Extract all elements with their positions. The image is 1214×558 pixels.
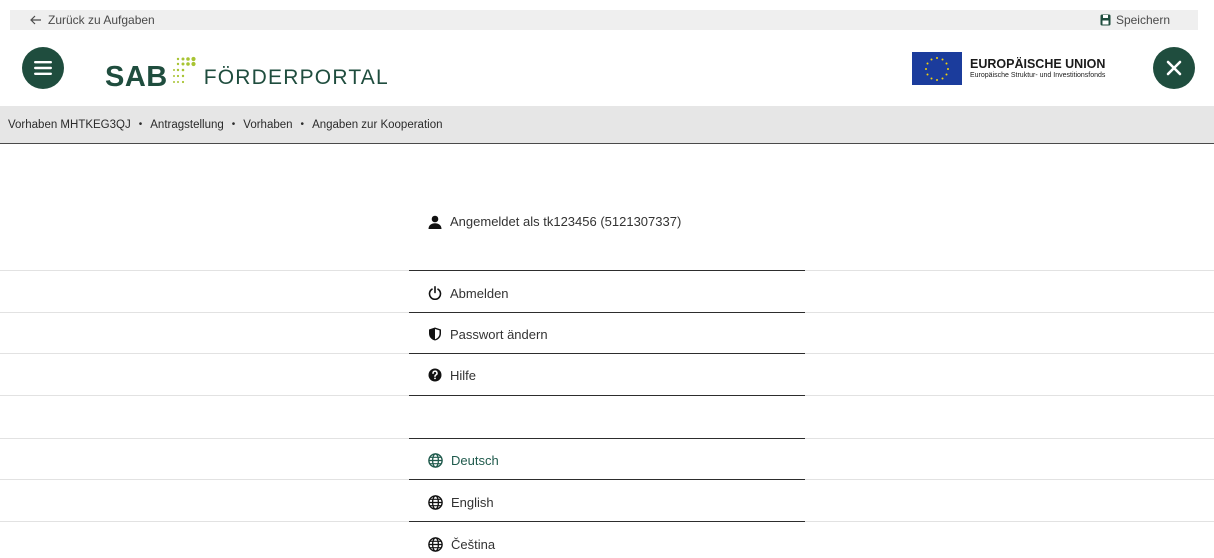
globe-icon <box>428 536 443 552</box>
menu-divider <box>409 479 805 480</box>
menu-divider <box>409 312 805 313</box>
breadcrumb-item-antragstellung[interactable]: Antragstellung <box>150 119 224 131</box>
breadcrumb-separator: • <box>231 119 236 130</box>
change-password-label: Passwort ändern <box>450 326 548 342</box>
top-bar: Zurück zu Aufgaben Speichern <box>0 0 1214 30</box>
menu-divider <box>409 521 805 522</box>
language-item-english[interactable]: English <box>428 492 494 512</box>
language-item-deutsch[interactable]: Deutsch <box>428 450 499 470</box>
logo-sab-text: SAB <box>105 61 168 93</box>
eu-title: EUROPÄISCHE UNION <box>970 57 1106 71</box>
main-menu-button[interactable] <box>22 47 64 89</box>
breadcrumb-separator: • <box>138 119 143 130</box>
user-icon <box>428 215 442 229</box>
eu-text: EUROPÄISCHE UNION Europäische Struktur- … <box>970 57 1105 80</box>
logged-in-info: Angemeldet als tk123456 (5121307337) <box>428 214 681 229</box>
globe-icon <box>428 452 443 468</box>
eu-subtitle: Europäische Struktur- und Investitionsfo… <box>970 72 1106 79</box>
help-menu-item[interactable]: Hilfe <box>428 365 476 385</box>
close-icon <box>1166 60 1182 76</box>
logged-in-label: Angemeldet als tk123456 (5121307337) <box>450 214 682 229</box>
close-menu-button[interactable] <box>1153 47 1195 89</box>
eu-flag-icon <box>912 52 962 85</box>
breadcrumb-item-kooperation[interactable]: Angaben zur Kooperation <box>312 119 442 131</box>
save-button[interactable]: Speichern <box>1100 10 1170 30</box>
breadcrumb-item-vorhaben[interactable]: Vorhaben <box>243 119 292 131</box>
logo-portal-text: FÖRDERPORTAL <box>203 66 389 89</box>
menu-divider <box>409 353 805 354</box>
save-icon <box>1100 14 1111 26</box>
logo-dots-icon <box>172 56 198 90</box>
menu-divider <box>409 270 805 271</box>
breadcrumb-item-vorhaben-id[interactable]: Vorhaben MHTKEG3QJ <box>8 119 131 131</box>
eu-logo: EUROPÄISCHE UNION Europäische Struktur- … <box>912 52 1105 85</box>
shield-icon <box>428 327 442 341</box>
logout-menu-item[interactable]: Abmelden <box>428 283 509 303</box>
help-label: Hilfe <box>450 367 477 383</box>
language-item-cestina[interactable]: Čeština <box>428 534 495 554</box>
language-label-deutsch: Deutsch <box>451 452 499 468</box>
save-label: Speichern <box>1115 13 1170 27</box>
arrow-left-icon <box>30 15 42 25</box>
menu-divider <box>409 395 805 396</box>
change-password-menu-item[interactable]: Passwort ändern <box>428 324 548 344</box>
logout-label: Abmelden <box>450 285 509 301</box>
back-link-label: Zurück zu Aufgaben <box>48 13 155 27</box>
breadcrumb-separator: • <box>300 119 305 130</box>
menu-divider <box>409 438 805 439</box>
language-label-cestina: Čeština <box>451 536 496 552</box>
sab-logo[interactable]: SAB FÖRDERPORTAL <box>105 44 389 92</box>
back-to-tasks-link[interactable]: Zurück zu Aufgaben <box>30 10 155 30</box>
language-label-english: English <box>451 494 494 510</box>
help-icon <box>428 368 442 382</box>
power-icon <box>428 286 442 300</box>
top-bar-strip: Zurück zu Aufgaben Speichern <box>10 10 1198 30</box>
header: SAB FÖRDERPORTAL EUROPÄISCHE UNION Europ… <box>0 30 1214 106</box>
hamburger-menu-icon <box>34 61 52 75</box>
globe-icon <box>428 494 443 510</box>
breadcrumb: Vorhaben MHTKEG3QJ • Antragstellung • Vo… <box>0 106 1214 144</box>
